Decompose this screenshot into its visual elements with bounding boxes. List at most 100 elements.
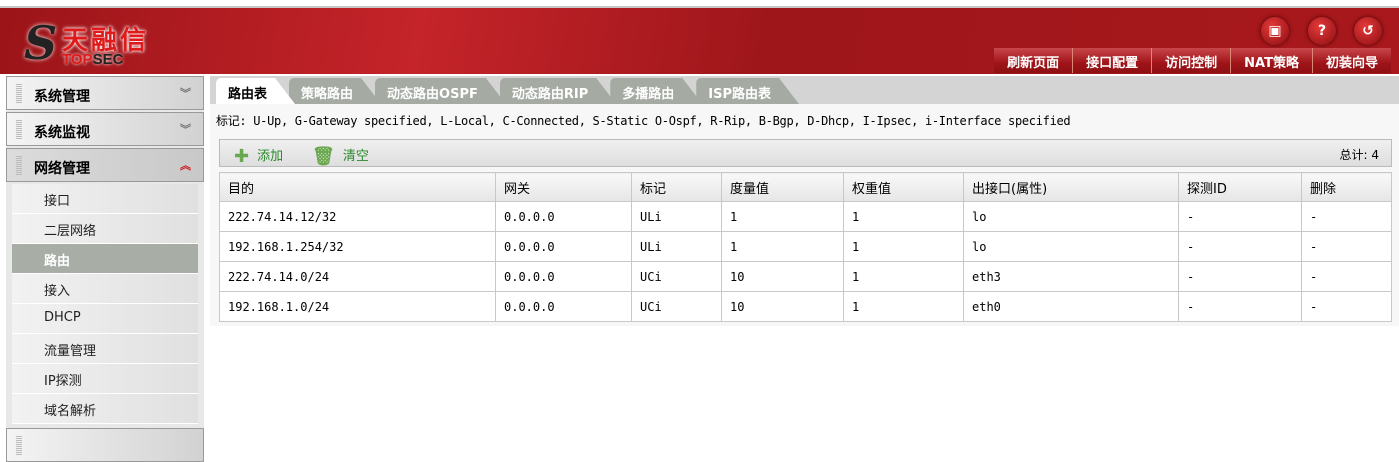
cell-probe-id: -	[1178, 231, 1302, 262]
sidebar-item-traffic[interactable]: 流量管理	[12, 334, 198, 364]
cell-gateway: 0.0.0.0	[495, 201, 632, 232]
table-row: 222.74.14.12/32 0.0.0.0 ULi 1 1 lo - -	[219, 201, 1392, 232]
nav-setup-wizard[interactable]: 初装向导	[1313, 48, 1391, 73]
grip-icon	[16, 156, 22, 176]
sidebar-group-system-monitor[interactable]: 系统监视 ︾	[6, 112, 204, 146]
route-table: 目的 网关 标记 度量值 权重值 出接口(属性) 探测ID 删除 222.74.…	[219, 172, 1392, 322]
nav-refresh[interactable]: 刷新页面	[994, 48, 1074, 73]
cell-weight: 1	[843, 231, 964, 262]
cell-destination: 222.74.14.12/32	[219, 201, 496, 232]
nav-access-control[interactable]: 访问控制	[1152, 48, 1232, 73]
cell-delete[interactable]: -	[1301, 291, 1392, 322]
table-row: 192.168.1.254/32 0.0.0.0 ULi 1 1 lo - -	[219, 231, 1392, 262]
cell-delete[interactable]: -	[1301, 201, 1392, 232]
logo-en: TOPSEC	[62, 51, 124, 68]
col-destination: 目的	[219, 172, 496, 202]
table-row: 222.74.14.0/24 0.0.0.0 UCi 10 1 eth3- -	[219, 261, 1392, 292]
group-label: 网络管理	[34, 161, 90, 177]
cell-weight: 1	[843, 291, 964, 322]
sidebar: 系统管理 ︾ 系统监视 ︾ 网络管理 ︽ 接口 二层网络 路由 接入 DHCP 流量管…	[6, 76, 204, 462]
top-strip	[0, 0, 1399, 8]
cell-delete[interactable]: -	[1301, 231, 1392, 262]
sidebar-item-access[interactable]: 接入	[12, 274, 198, 304]
chevron-up-icon: ︽	[180, 159, 191, 172]
trash-icon: 🗑	[312, 146, 335, 167]
logo-mark-icon: S	[24, 16, 58, 70]
cell-probe-id: -	[1178, 261, 1302, 292]
cell-destination: 192.168.1.0/24	[219, 291, 496, 322]
sidebar-item-layer2[interactable]: 二层网络	[12, 214, 198, 244]
cell-probe-id: -	[1178, 201, 1302, 232]
cell-flags: UCi	[631, 291, 722, 322]
table-header: 目的 网关 标记 度量值 权重值 出接口(属性) 探测ID 删除	[219, 172, 1392, 202]
sidebar-item-interface[interactable]: 接口	[12, 184, 198, 214]
cell-interface: lo	[963, 201, 1179, 232]
cell-destination: 192.168.1.254/32	[219, 231, 496, 262]
col-weight: 权重值	[843, 172, 964, 202]
cell-flags: ULi	[631, 231, 722, 262]
tab-route-table[interactable]: 路由表	[216, 78, 295, 104]
cell-gateway: 0.0.0.0	[495, 291, 632, 322]
tab-isp-route[interactable]: ISP路由表	[696, 78, 799, 104]
toolbar: ✚ 添加 🗑 清空 总计: 4	[219, 139, 1392, 167]
nav-interface-config[interactable]: 接口配置	[1073, 48, 1153, 73]
logout-icon[interactable]: ↺	[1354, 17, 1382, 45]
add-label: 添加	[257, 149, 284, 164]
help-icon[interactable]: ?	[1308, 17, 1336, 45]
sidebar-group-network-management[interactable]: 网络管理 ︽	[6, 148, 204, 182]
col-delete: 删除	[1301, 172, 1392, 202]
col-flags: 标记	[631, 172, 722, 202]
cell-weight: 1	[843, 261, 964, 292]
cell-probe-id: -	[1178, 291, 1302, 322]
top-nav: 刷新页面 接口配置 访问控制 NAT策略 初装向导	[994, 48, 1391, 73]
total-count: 总计: 4	[1339, 148, 1380, 162]
cell-delete[interactable]: -	[1301, 261, 1392, 292]
col-gateway: 网关	[495, 172, 632, 202]
save-icon[interactable]: ▣	[1261, 17, 1289, 45]
table-row: 192.168.1.0/24 0.0.0.0 UCi 10 1 eth0- -	[219, 291, 1392, 322]
sidebar-item-dns[interactable]: 域名解析	[12, 394, 198, 424]
col-interface: 出接口(属性)	[963, 172, 1179, 202]
main-panel: 路由表 策略路由 动态路由OSPF 动态路由RIP 多播路由 ISP路由表 标记…	[210, 76, 1399, 326]
cell-destination: 222.74.14.0/24	[219, 261, 496, 292]
clear-button[interactable]: 🗑 清空	[312, 145, 369, 167]
chevron-down-icon: ︾	[180, 123, 191, 136]
grip-icon	[16, 120, 22, 140]
nav-nat-policy[interactable]: NAT策略	[1231, 48, 1313, 73]
col-probe-id: 探测ID	[1178, 172, 1302, 202]
cell-metric: 10	[721, 261, 844, 292]
header: S 天融信 TOPSEC ▣ ? ↺ 刷新页面 接口配置 访问控制 NAT策略 …	[0, 8, 1399, 74]
cell-flags: UCi	[631, 261, 722, 292]
sidebar-item-dhcp[interactable]: DHCP	[12, 304, 198, 334]
tab-ospf[interactable]: 动态路由OSPF	[375, 78, 506, 104]
tab-rip[interactable]: 动态路由RIP	[500, 78, 616, 104]
clear-label: 清空	[342, 149, 369, 164]
sidebar-item-route[interactable]: 路由	[12, 244, 198, 274]
cell-interface: eth0	[963, 291, 1179, 322]
grip-icon	[16, 84, 22, 104]
grip-icon	[16, 436, 22, 456]
cell-interface: eth3	[963, 261, 1179, 292]
sidebar-group-system-management[interactable]: 系统管理 ︾	[6, 76, 204, 110]
cell-metric: 10	[721, 291, 844, 322]
tab-policy-route[interactable]: 策略路由	[289, 78, 381, 104]
sidebar-group-collapsed[interactable]	[6, 428, 204, 462]
cell-interface: lo	[963, 231, 1179, 262]
cell-weight: 1	[843, 201, 964, 232]
group-label: 系统管理	[34, 89, 90, 105]
tab-multicast[interactable]: 多播路由	[610, 78, 702, 104]
cell-metric: 1	[721, 231, 844, 262]
cell-metric: 1	[721, 201, 844, 232]
cell-gateway: 0.0.0.0	[495, 231, 632, 262]
plus-icon: ✚	[234, 146, 250, 167]
tab-bar: 路由表 策略路由 动态路由OSPF 动态路由RIP 多播路由 ISP路由表	[210, 76, 1399, 104]
cell-flags: ULi	[631, 201, 722, 232]
cell-gateway: 0.0.0.0	[495, 261, 632, 292]
add-button[interactable]: ✚ 添加	[234, 145, 283, 167]
col-metric: 度量值	[721, 172, 844, 202]
chevron-down-icon: ︾	[180, 87, 191, 100]
sidebar-item-ip-probe[interactable]: IP探测	[12, 364, 198, 394]
group-label: 系统监视	[34, 125, 90, 141]
topsec-logo: S 天融信 TOPSEC	[18, 14, 178, 70]
flag-legend: 标记: U-Up, G-Gateway specified, L-Local, …	[216, 114, 1071, 128]
